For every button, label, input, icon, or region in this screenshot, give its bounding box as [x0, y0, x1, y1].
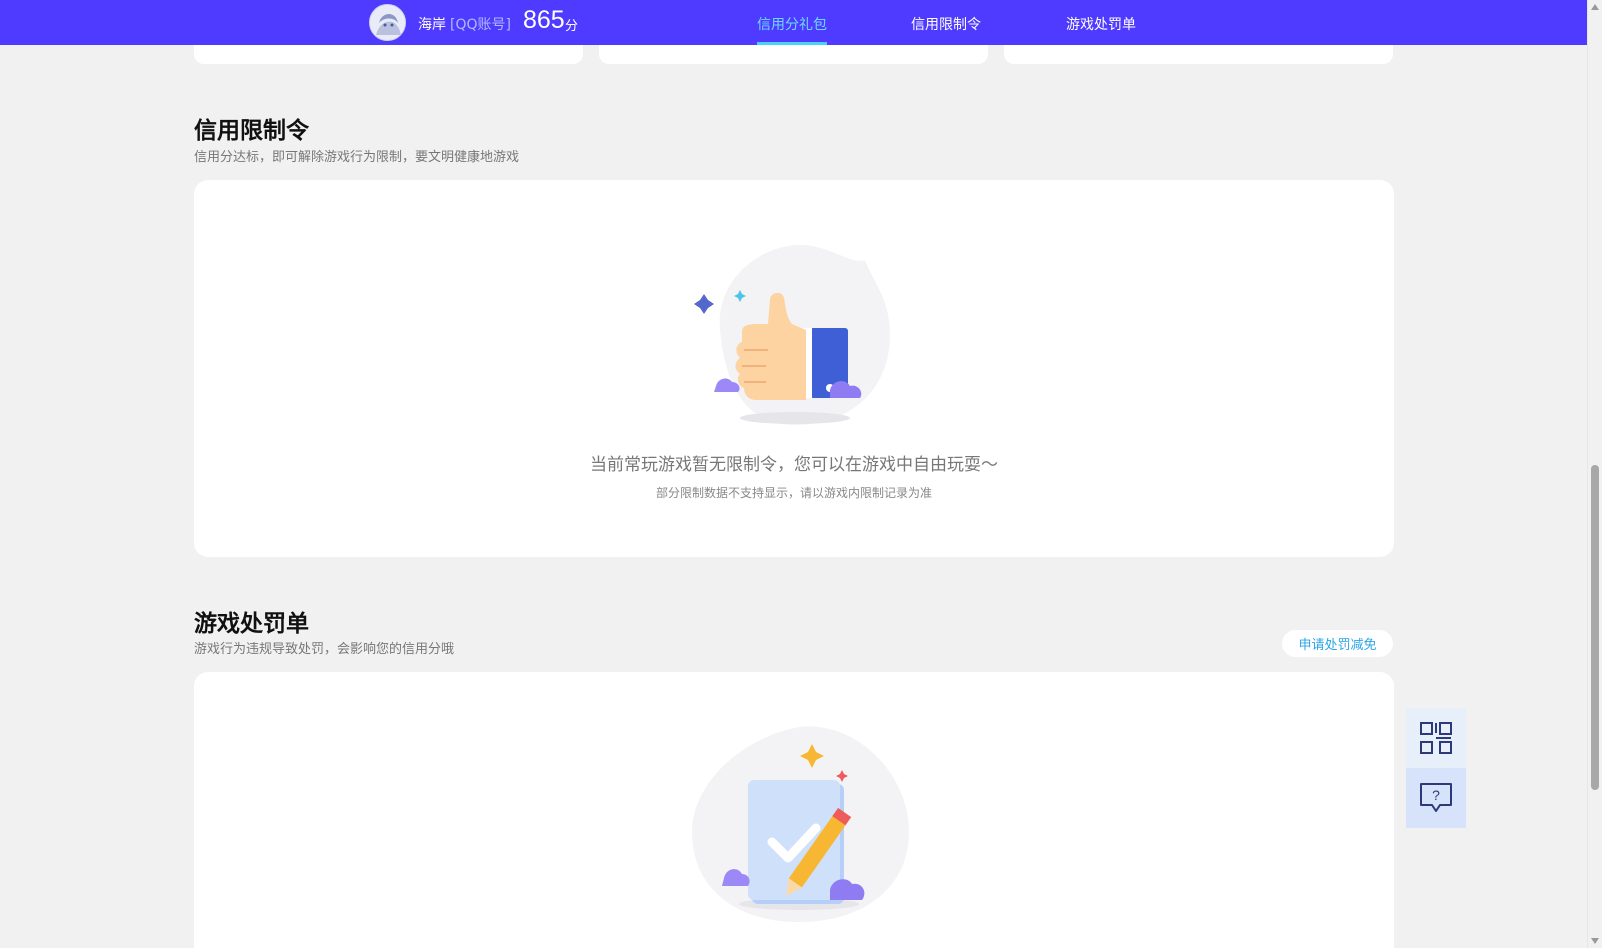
penalty-section-title: 游戏处罚单 [194, 611, 309, 637]
scroll-up-arrow-icon[interactable] [1591, 4, 1599, 10]
top-nav-bar: 海岸 [QQ账号] 865 分 信用分礼包 信用限制令 游戏处罚单 [0, 0, 1587, 45]
svg-text:?: ? [1432, 787, 1440, 803]
restriction-empty-text: 当前常玩游戏暂无限制令，您可以在游戏中自由玩耍～ [590, 455, 998, 475]
active-tab-indicator [757, 42, 827, 45]
user-nickname: 海岸 [418, 17, 446, 33]
tab-credit-restriction[interactable]: 信用限制令 [911, 14, 981, 34]
page-scrollbar[interactable] [1587, 0, 1602, 948]
restriction-card: 当前常玩游戏暂无限制令，您可以在游戏中自由玩耍～ 部分限制数据不支持显示，请以游… [194, 180, 1394, 557]
floating-side-panel: ? [1406, 708, 1466, 828]
apply-penalty-reduction-button[interactable]: 申请处罚减免 [1282, 630, 1393, 657]
tab-credit-gift[interactable]: 信用分礼包 [757, 14, 827, 34]
restriction-section-subtitle: 信用分达标，即可解除游戏行为限制，要文明健康地游戏 [194, 150, 520, 165]
penalty-card [194, 672, 1394, 948]
qr-code-button[interactable] [1406, 708, 1466, 768]
penalty-section-subtitle: 游戏行为违规导致处罚，会影响您的信用分哦 [194, 642, 455, 657]
qr-code-icon [1420, 722, 1452, 754]
user-avatar[interactable] [369, 4, 406, 41]
credit-score-unit: 分 [565, 19, 579, 34]
scroll-down-arrow-icon[interactable] [1591, 938, 1599, 944]
clipboard-pencil-illustration [692, 726, 909, 922]
tab-game-penalty[interactable]: 游戏处罚单 [1066, 14, 1136, 34]
account-type-label: [QQ账号] [450, 17, 511, 33]
scroll-thumb[interactable] [1591, 465, 1599, 790]
help-feedback-button[interactable]: ? [1406, 768, 1466, 828]
credit-score-value: 865 [523, 6, 565, 34]
help-chat-icon: ? [1420, 783, 1452, 812]
thumbs-up-illustration [694, 245, 890, 425]
restriction-section-title: 信用限制令 [194, 118, 309, 144]
restriction-note: 部分限制数据不支持显示，请以游戏内限制记录为准 [655, 486, 932, 500]
